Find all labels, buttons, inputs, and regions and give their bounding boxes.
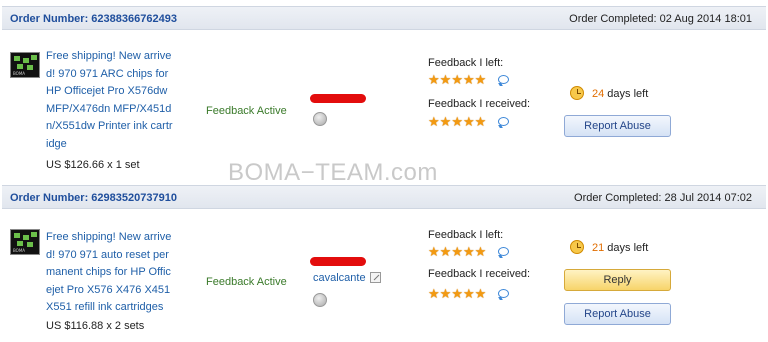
star-icon: ★ bbox=[428, 286, 440, 301]
days-left-count: 24 bbox=[592, 88, 605, 100]
days-left-count: 21 bbox=[592, 242, 605, 254]
feedback-received-stars: ★★★★★ bbox=[428, 114, 487, 129]
smiley-icon[interactable] bbox=[313, 112, 327, 126]
days-left-text: days left bbox=[604, 88, 649, 100]
order-header: Order Number: 62983520737910 Order Compl… bbox=[2, 185, 766, 209]
clock-icon bbox=[570, 86, 584, 100]
star-icon: ★ bbox=[462, 286, 475, 301]
star-icon: ★ bbox=[439, 244, 452, 259]
days-left-text: days left bbox=[604, 242, 649, 254]
order-header: Order Number: 62388366762493 Order Compl… bbox=[2, 6, 766, 30]
star-icon: ★ bbox=[462, 72, 475, 87]
redacted-seller-name bbox=[310, 257, 366, 266]
redacted-seller-name bbox=[310, 94, 366, 103]
star-icon: ★ bbox=[439, 286, 452, 301]
product-thumbnail[interactable]: BOMA bbox=[10, 229, 40, 255]
edit-icon[interactable] bbox=[370, 272, 381, 283]
star-icon: ★ bbox=[474, 72, 487, 87]
product-title-link[interactable]: Free shipping! New arrived! 970 971 ARC … bbox=[46, 48, 174, 153]
comment-bubble-icon[interactable] bbox=[498, 247, 509, 256]
report-abuse-button[interactable]: Report Abuse bbox=[564, 303, 671, 325]
order-number[interactable]: Order Number: 62388366762493 bbox=[10, 13, 177, 25]
days-left: 21 days left bbox=[592, 242, 648, 254]
feedback-left-stars: ★★★★★ bbox=[428, 244, 487, 259]
seller-name-link[interactable]: cavalcante bbox=[313, 272, 366, 284]
days-left: 24 days left bbox=[592, 88, 648, 100]
feedback-status: Feedback Active bbox=[206, 105, 287, 117]
feedback-left-label: Feedback I left: bbox=[428, 229, 504, 241]
smiley-icon[interactable] bbox=[313, 293, 327, 307]
comment-bubble-icon[interactable] bbox=[498, 75, 509, 84]
product-thumbnail[interactable]: BOMA bbox=[10, 52, 40, 78]
feedback-status: Feedback Active bbox=[206, 276, 287, 288]
star-icon: ★ bbox=[474, 286, 487, 301]
star-icon: ★ bbox=[451, 114, 463, 129]
star-icon: ★ bbox=[462, 244, 475, 259]
reply-button[interactable]: Reply bbox=[564, 269, 671, 291]
star-icon: ★ bbox=[428, 114, 440, 129]
order-price: US $116.88 x 2 sets bbox=[46, 320, 145, 332]
feedback-received-stars: ★★★★★ bbox=[428, 286, 487, 301]
star-icon: ★ bbox=[439, 114, 452, 129]
star-icon: ★ bbox=[474, 114, 487, 129]
star-icon: ★ bbox=[474, 244, 487, 259]
star-icon: ★ bbox=[451, 72, 463, 87]
order-number[interactable]: Order Number: 62983520737910 bbox=[10, 192, 177, 204]
product-title-link[interactable]: Free shipping! New arrived! 970 971 auto… bbox=[46, 229, 174, 317]
report-abuse-button[interactable]: Report Abuse bbox=[564, 115, 671, 137]
order-completed: Order Completed: 02 Aug 2014 18:01 bbox=[569, 13, 752, 25]
feedback-received-label: Feedback I received: bbox=[428, 268, 531, 280]
order-price: US $126.66 x 1 set bbox=[46, 159, 140, 171]
star-icon: ★ bbox=[428, 244, 440, 259]
comment-bubble-icon[interactable] bbox=[498, 117, 509, 126]
star-icon: ★ bbox=[428, 72, 440, 87]
feedback-left-label: Feedback I left: bbox=[428, 57, 504, 69]
clock-icon bbox=[570, 240, 584, 254]
watermark: BOMA−TEAM.com bbox=[228, 159, 438, 186]
comment-bubble-icon[interactable] bbox=[498, 289, 509, 298]
star-icon: ★ bbox=[462, 114, 475, 129]
star-icon: ★ bbox=[451, 244, 463, 259]
star-icon: ★ bbox=[439, 72, 452, 87]
order-completed: Order Completed: 28 Jul 2014 07:02 bbox=[574, 192, 752, 204]
feedback-left-stars: ★★★★★ bbox=[428, 72, 487, 87]
feedback-received-label: Feedback I received: bbox=[428, 98, 531, 110]
star-icon: ★ bbox=[451, 286, 463, 301]
